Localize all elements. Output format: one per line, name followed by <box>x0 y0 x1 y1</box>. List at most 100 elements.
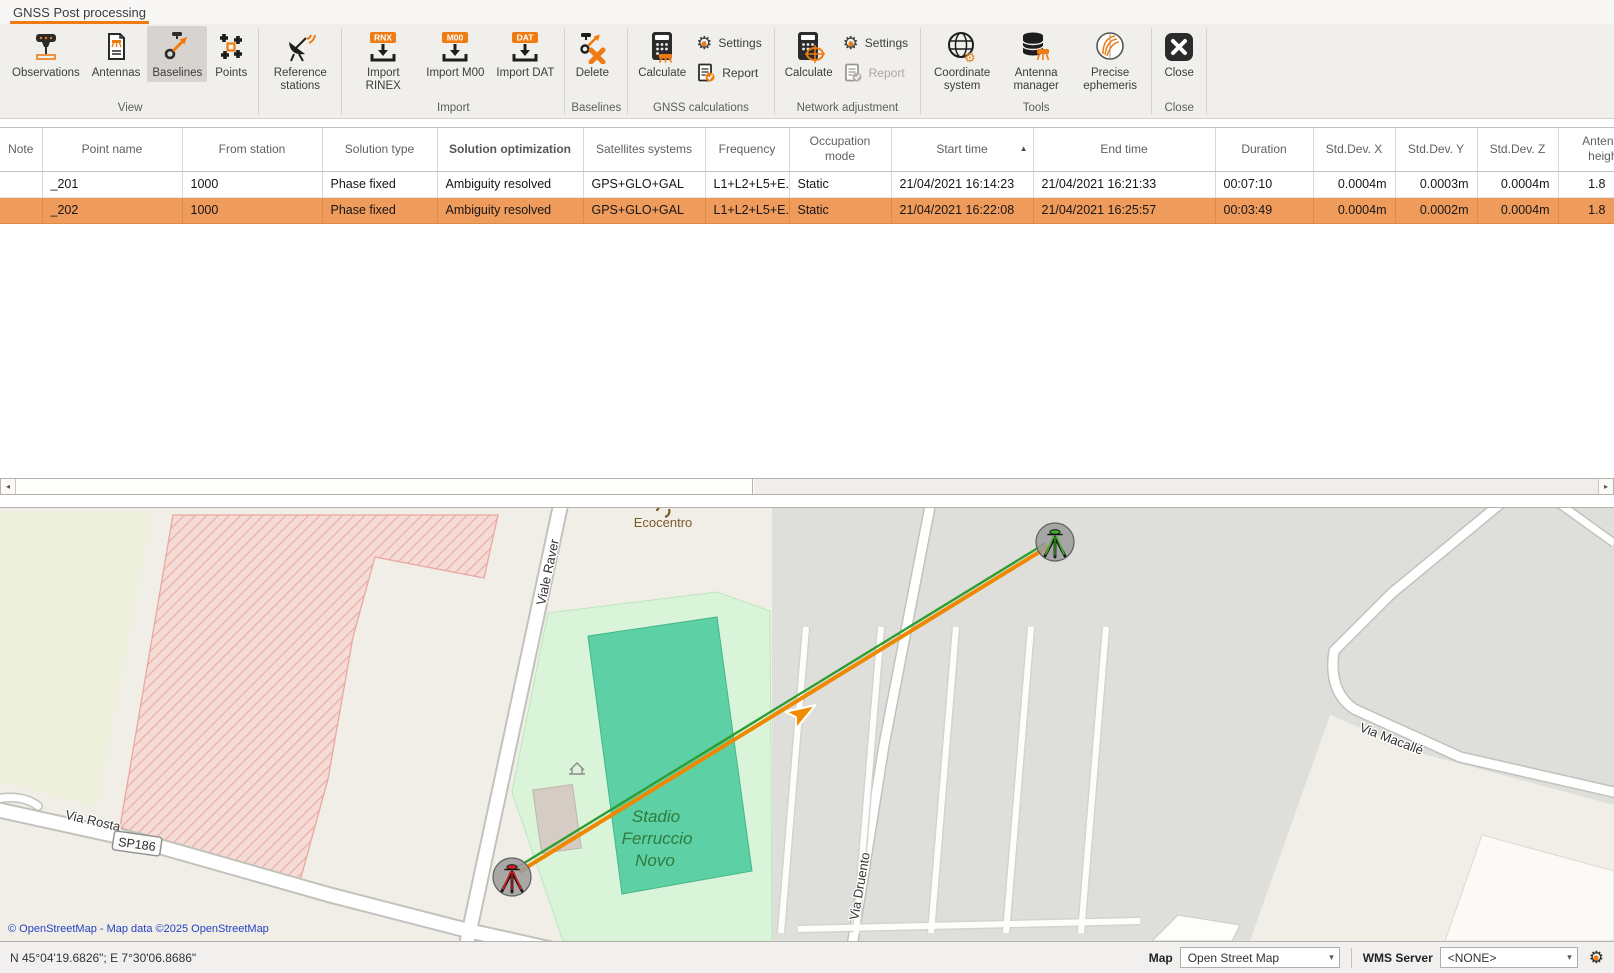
column-header-std-dev-x[interactable]: Std.Dev. X <box>1313 128 1395 171</box>
button-label: Baselines <box>152 67 202 80</box>
svg-text:Novo: Novo <box>635 851 675 870</box>
sort-ascending-icon: ▲ <box>1020 144 1028 154</box>
gnss-post-processing-window: GNSS Post processing Observations <box>0 0 1614 973</box>
scrollbar-track[interactable] <box>754 479 1598 494</box>
import-dat-icon: DAT <box>508 30 542 64</box>
gnss-settings-button[interactable]: ⚙ Settings <box>696 34 762 52</box>
cell-duration: 00:07:10 <box>1215 171 1313 197</box>
globe-icon: ⚙ <box>945 30 979 64</box>
cell-end-time: 21/04/2021 16:25:57 <box>1033 197 1215 223</box>
svg-text:Ferruccio: Ferruccio <box>622 829 693 848</box>
ribbon-group-close: Close Close <box>1154 25 1204 118</box>
svg-text:M00: M00 <box>447 33 464 43</box>
ephemeris-orbit-icon <box>1093 30 1127 64</box>
close-button[interactable]: Close <box>1157 26 1201 82</box>
map-settings-gear-icon[interactable]: ⚙ <box>1589 949 1604 966</box>
import-dat-button[interactable]: DAT Import DAT <box>491 26 559 82</box>
cell-std-dev-z: 0.0004m <box>1477 197 1558 223</box>
ribbon-group-view: Observations Antennas <box>4 25 256 118</box>
map-view[interactable]: Ecocentro Stadio Ferruccio Novo Viale Ra… <box>0 495 1614 941</box>
column-header-duration[interactable]: Duration <box>1215 128 1313 171</box>
button-label: Points <box>215 67 247 80</box>
ribbon-toolbar: Observations Antennas <box>0 24 1614 119</box>
scroll-left-button[interactable]: ◂ <box>1 479 16 494</box>
network-calculate-button[interactable]: Calculate <box>780 26 838 82</box>
button-label: Close <box>1164 67 1193 80</box>
observations-button[interactable]: Observations <box>7 26 85 82</box>
cell-point-name: _202 <box>42 197 182 223</box>
button-label: Coordinate system <box>931 67 993 93</box>
cell-start-time: 21/04/2021 16:22:08 <box>891 197 1033 223</box>
cursor-coordinates: N 45°04'19.6826"; E 7°30'06.8686" <box>10 951 1149 965</box>
ribbon-group-label: Network adjustment <box>779 100 916 118</box>
coordinate-system-button[interactable]: ⚙ Coordinate system <box>926 26 998 95</box>
ribbon-group-reference: Reference stations <box>261 25 339 118</box>
gnss-report-button[interactable]: Report <box>696 63 762 83</box>
button-label: Import DAT <box>496 67 554 80</box>
column-header-start-time[interactable]: Start time ▲ <box>891 128 1033 171</box>
column-header-antenna-height[interactable]: Antenna height <box>1558 128 1614 171</box>
button-label: Observations <box>12 67 80 80</box>
ecocentro-label: Ecocentro <box>634 515 693 530</box>
column-header-solution-type[interactable]: Solution type <box>322 128 437 171</box>
red-tripod-marker[interactable] <box>493 858 531 896</box>
cell-frequency: L1+L2+L5+E... <box>705 197 789 223</box>
osm-attribution-link[interactable]: © OpenStreetMap - Map data ©2025 OpenStr… <box>8 923 269 935</box>
scroll-right-button[interactable]: ▸ <box>1598 479 1613 494</box>
ribbon-group-import: RNX Import RINEX M00 Impor <box>344 25 562 118</box>
reference-stations-button[interactable]: Reference stations <box>264 26 336 95</box>
cell-satellites-systems: GPS+GLO+GAL <box>583 171 705 197</box>
baseline-row-202-selected[interactable]: _202 1000 Phase fixed Ambiguity resolved… <box>0 197 1614 223</box>
dropdown-caret-icon: ▾ <box>1567 952 1572 963</box>
tab-gnss-post-processing[interactable]: GNSS Post processing <box>10 3 149 24</box>
column-header-solution-optimization[interactable]: Solution optimization <box>437 128 583 171</box>
import-rinex-button[interactable]: RNX Import RINEX <box>347 26 419 95</box>
points-icon <box>214 30 248 64</box>
wms-server-dropdown[interactable]: <NONE> ▾ <box>1440 947 1578 968</box>
cell-start-time: 21/04/2021 16:14:23 <box>891 171 1033 197</box>
column-header-end-time[interactable]: End time <box>1033 128 1215 171</box>
column-header-from-station[interactable]: From station <box>182 128 322 171</box>
baselines-button[interactable]: Baselines <box>147 26 207 82</box>
network-report-button[interactable]: Report <box>843 63 909 83</box>
ribbon-separator <box>1206 28 1207 115</box>
map-source-value: Open Street Map <box>1188 951 1279 965</box>
close-icon <box>1162 30 1196 64</box>
column-header-std-dev-z[interactable]: Std.Dev. Z <box>1477 128 1558 171</box>
antenna-manager-button[interactable]: Antenna manager <box>1000 26 1072 95</box>
import-m00-button[interactable]: M00 Import M00 <box>421 26 489 82</box>
cell-satellites-systems: GPS+GLO+GAL <box>583 197 705 223</box>
button-label: Report <box>722 66 758 80</box>
baseline-row-201[interactable]: _201 1000 Phase fixed Ambiguity resolved… <box>0 171 1614 197</box>
ribbon-group-baselines: Delete Baselines <box>567 25 625 118</box>
baseline-arrow-icon <box>160 30 194 64</box>
cell-solution-optimization: Ambiguity resolved <box>437 197 583 223</box>
column-header-satellites-systems[interactable]: Satellites systems <box>583 128 705 171</box>
column-header-note[interactable]: Note <box>0 128 42 171</box>
column-header-occupation-mode[interactable]: Occupation mode <box>789 128 891 171</box>
ribbon-separator <box>627 28 628 115</box>
cell-solution-optimization: Ambiguity resolved <box>437 171 583 197</box>
cell-end-time: 21/04/2021 16:21:33 <box>1033 171 1215 197</box>
network-settings-button[interactable]: ⚙ Settings <box>843 34 909 52</box>
button-label: Precise ephemeris <box>1079 67 1141 93</box>
tab-bar: GNSS Post processing <box>0 0 1614 24</box>
column-header-std-dev-y[interactable]: Std.Dev. Y <box>1395 128 1477 171</box>
button-label: Antenna manager <box>1005 67 1067 93</box>
ribbon-group-gnss-calculations: Calculate ⚙ Settings Report <box>630 25 771 118</box>
column-header-point-name[interactable]: Point name <box>42 128 182 171</box>
ribbon-group-label: Import <box>346 100 560 118</box>
cell-occupation-mode: Static <box>789 197 891 223</box>
precise-ephemeris-button[interactable]: Precise ephemeris <box>1074 26 1146 95</box>
database-antenna-icon <box>1019 30 1053 64</box>
ribbon-separator <box>564 28 565 115</box>
gnss-calculate-button[interactable]: Calculate <box>633 26 691 82</box>
delete-button[interactable]: Delete <box>570 26 614 82</box>
green-tripod-marker[interactable] <box>1036 523 1074 561</box>
antennas-button[interactable]: Antennas <box>87 26 146 82</box>
scrollbar-thumb[interactable] <box>16 479 753 494</box>
points-button[interactable]: Points <box>209 26 253 82</box>
svg-text:DAT: DAT <box>517 33 535 43</box>
map-source-dropdown[interactable]: Open Street Map ▾ <box>1180 947 1340 968</box>
column-header-frequency[interactable]: Frequency <box>705 128 789 171</box>
